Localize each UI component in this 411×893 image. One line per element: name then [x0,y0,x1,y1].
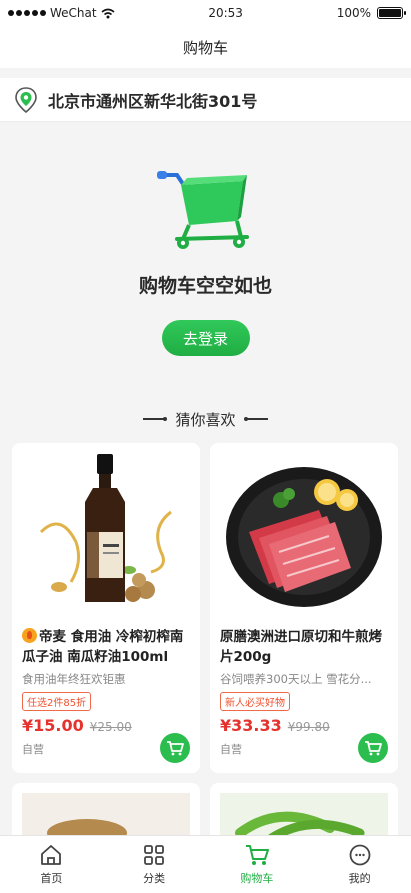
product-old-price: ¥25.00 [89,720,132,734]
empty-cart-title: 购物车空空如也 [138,275,272,297]
oil-bottle-image [12,443,200,621]
product-price: ¥15.00 [22,716,84,735]
product-image [22,793,190,843]
beef-slices-image [210,443,398,621]
carrier-label: WeChat [50,6,97,20]
tab-home[interactable]: 首页 [0,836,103,893]
location-pin-icon [15,86,37,113]
status-bar: WeChat 20:53 100% [0,0,411,26]
tab-label: 首页 [40,872,63,885]
nav-bar: 购物车 [0,26,411,68]
product-card[interactable]: 帝麦 食用油 冷榨初榨南瓜子油 南瓜籽油100ml 食用油年终狂欢钜惠 任选2件… [12,443,200,773]
status-time: 20:53 [208,6,243,20]
status-left: WeChat [8,6,115,20]
tab-label: 购物车 [240,872,274,885]
product-card[interactable] [12,783,200,843]
product-subtitle: 谷饲喂养300天以上 雪花分... [220,672,372,686]
tab-label: 分类 [143,872,166,885]
status-right: 100% [336,6,406,20]
empty-cart-section: 购物车空空如也 去登录 [0,123,411,405]
product-old-price: ¥99.80 [287,720,330,734]
price-row: ¥33.33 ¥99.80 [220,716,388,735]
product-title: 原膳澳洲进口原切和牛煎烤片200g [220,629,382,665]
add-to-cart-button[interactable] [358,733,388,763]
recommend-header: 猜你喜欢 [0,405,411,433]
page-title: 购物车 [182,38,228,57]
battery-icon [377,7,406,19]
tab-bar: 首页 分类 购物车 我的 [0,835,411,893]
battery-percent: 100% [336,6,371,20]
home-icon [41,845,62,865]
tab-profile[interactable]: 我的 [308,836,411,893]
promo-tag: 新人必买好物 [220,692,290,711]
cart-icon [365,741,382,756]
product-card[interactable] [210,783,398,843]
add-to-cart-button[interactable] [160,733,190,763]
brand-flame-icon [22,628,37,643]
grid-icon [144,845,165,865]
profile-icon [349,844,371,866]
product-image [220,793,388,843]
tab-cart[interactable]: 购物车 [206,836,309,893]
address-text: 北京市通州区新华北街301号 [48,91,258,111]
product-price: ¥33.33 [220,716,282,735]
product-subtitle: 食用油年终狂欢钜惠 [22,672,126,686]
product-title-wrapper: 帝麦 食用油 冷榨初榨南瓜子油 南瓜籽油100ml [22,627,190,667]
promo-tag: 任选2件85折 [22,692,92,711]
tab-category[interactable]: 分类 [103,836,206,893]
divider-left [143,417,168,421]
battery-fill [379,9,401,17]
cart-icon [167,741,184,756]
wifi-icon [101,8,115,18]
product-title: 帝麦 食用油 冷榨初榨南瓜子油 南瓜籽油100ml [22,629,184,665]
product-card[interactable]: 原膳澳洲进口原切和牛煎烤片200g 谷饲喂养300天以上 雪花分... 新人必买… [210,443,398,773]
login-button[interactable]: 去登录 [161,320,250,356]
price-row: ¥15.00 ¥25.00 [22,716,190,735]
signal-icon [8,10,46,16]
cart-icon [245,845,269,865]
address-bar[interactable]: 北京市通州区新华北街301号 [0,78,411,122]
recommend-title: 猜你喜欢 [175,410,236,429]
tab-label: 我的 [348,872,371,885]
shopping-cart-icon [156,171,249,249]
divider-right [243,417,268,421]
